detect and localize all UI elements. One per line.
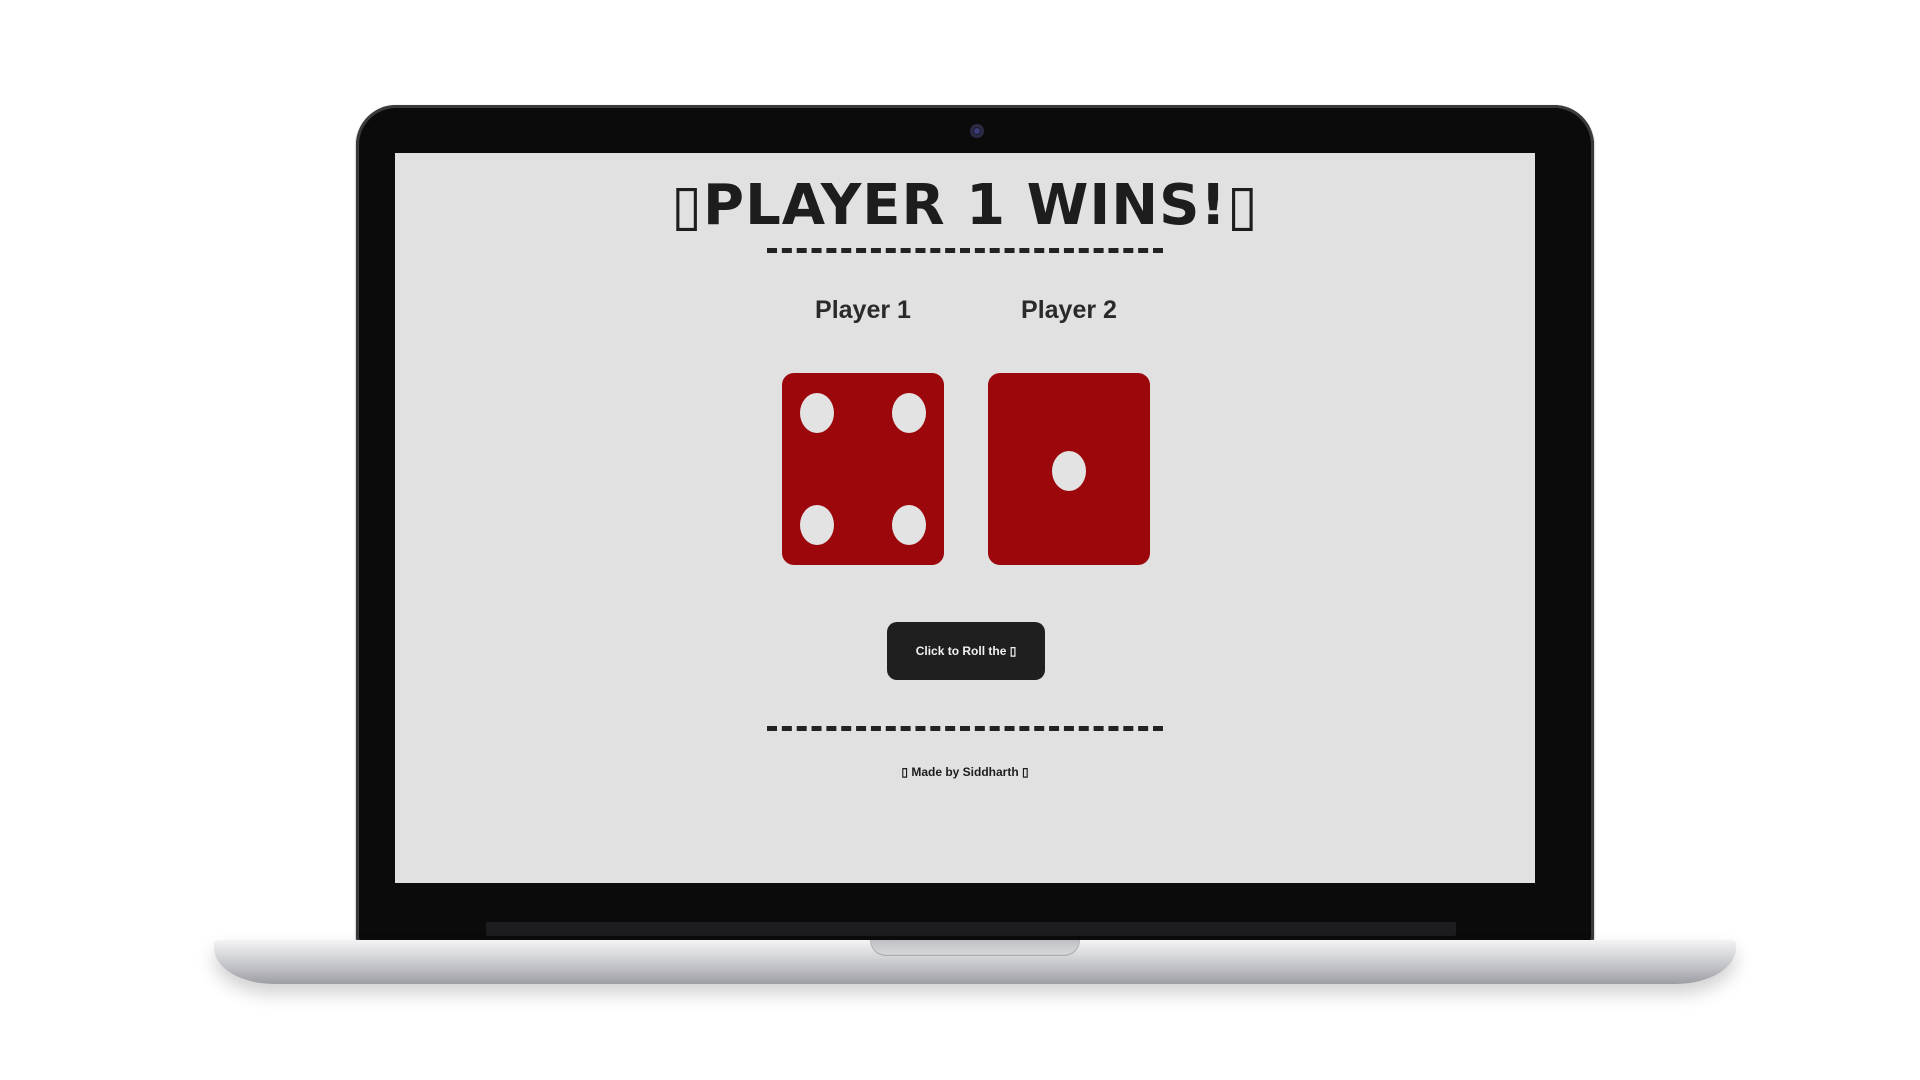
bezel-hinge [486,922,1456,936]
roll-dice-button[interactable]: Click to Roll the ▯ [887,622,1045,680]
screen-edge [1535,153,1551,883]
webcam-icon [970,124,984,138]
die-pip [800,393,834,433]
dashed-divider-bottom [767,726,1163,731]
die-pip [892,393,926,433]
footer-credit: ▯ Made by Siddharth ▯ [901,765,1029,779]
winner-title: ▯PLAYER 1 WINS!▯ [671,173,1259,238]
player-1-label: Player 1 [815,296,911,324]
app-screen: ▯PLAYER 1 WINS!▯ Player 1 Player 2 Click… [395,153,1535,883]
player-2-die [988,373,1150,565]
player-2-label: Player 2 [1021,296,1117,324]
die-pip [892,505,926,545]
die-pip [800,505,834,545]
laptop-notch [870,940,1080,956]
dashed-divider-top [767,248,1163,253]
die-pip [1052,451,1086,491]
player-1-die [782,373,944,565]
